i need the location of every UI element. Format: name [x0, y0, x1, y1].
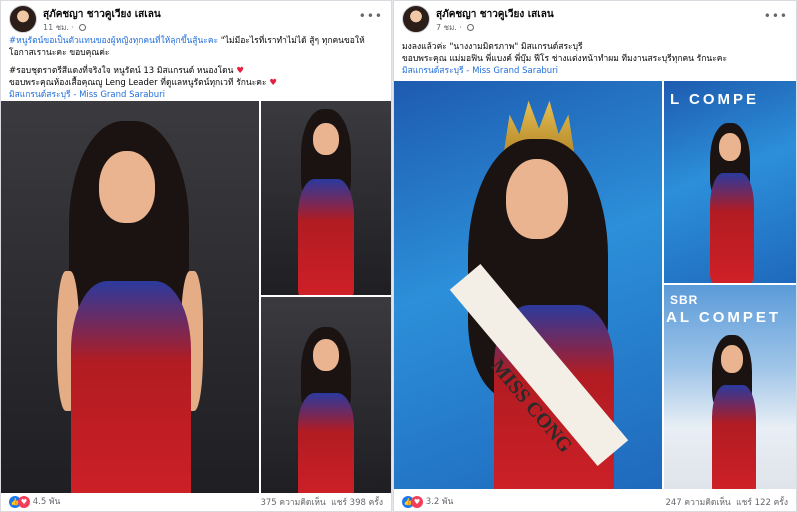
globe-icon	[466, 24, 474, 31]
post-time[interactable]: 11 ชม. ·	[43, 21, 86, 34]
post-stats: 247 ความคิดเห็น แชร์ 122 ครั้ง	[665, 495, 788, 509]
post-time[interactable]: 7 ชม. ·	[436, 21, 474, 34]
author-avatar[interactable]	[402, 5, 430, 33]
page-link[interactable]: มิสแกรนด์สระบุรี - Miss Grand Saraburi	[9, 89, 383, 101]
photo-top-right[interactable]: L COMPE	[664, 81, 796, 283]
woman-figure	[702, 123, 762, 283]
more-options-icon[interactable]: •••	[764, 9, 788, 23]
more-options-icon[interactable]: •••	[359, 9, 383, 23]
feed: สุภัคชญา ชาวคูเวียง เสเลน 11 ชม. · ••• #…	[0, 0, 797, 512]
woman-figure	[286, 109, 366, 295]
author-name[interactable]: สุภัคชญา ชาวคูเวียง เสเลน	[436, 7, 554, 22]
photo-bottom-right[interactable]: SBR AL COMPET	[664, 285, 796, 489]
woman-figure	[704, 335, 764, 489]
post-footer: 👍 ♥ 3.2 พัน 247 ความคิดเห็น แชร์ 122 ครั้…	[402, 489, 788, 511]
caption-line: มงลงแล้วค่ะ "นางงามมิตรภาพ" มิสแกรนด์สระ…	[402, 42, 583, 52]
author-name[interactable]: สุภัคชญา ชาวคูเวียง เสเลน	[43, 7, 161, 22]
comment-count[interactable]: 375 ความคิดเห็น	[260, 498, 325, 508]
heart-icon: ♥	[269, 78, 277, 88]
post-caption: #หนูรัตน์ขอเป็นตัวแทนของผู้หญิงทุกคนที่ใ…	[9, 35, 383, 101]
caption-line: ขอบพระคุณ แม่มอฟิน พี่แบงค์ พี่บุ๊ม ฟีโร…	[402, 54, 728, 64]
stage-banner-text: L COMPE	[670, 91, 760, 108]
share-count[interactable]: แชร์ 398 ครั้ง	[331, 498, 383, 508]
photo-main[interactable]	[1, 101, 259, 493]
comment-count[interactable]: 247 ความคิดเห็น	[665, 498, 730, 508]
photo-top-right[interactable]	[261, 101, 391, 295]
heart-icon: ♥	[236, 66, 244, 76]
post-card-1: สุภัคชญา ชาวคูเวียง เสเลน 11 ชม. · ••• #…	[0, 0, 392, 512]
post-stats: 375 ความคิดเห็น แชร์ 398 ครั้ง	[260, 495, 383, 509]
post-header: สุภัคชญา ชาวคูเวียง เสเลน 11 ชม. · •••	[9, 5, 383, 35]
woman-figure	[286, 327, 366, 493]
reaction-summary[interactable]: 👍 ♥ 3.2 พัน	[402, 494, 453, 508]
stage-banner-text: AL COMPET	[666, 309, 782, 326]
caption-line: #รอบชุดราตรีสีแดงที่จริงใจ หนูรัตน์ 13 ม…	[9, 66, 244, 76]
post-caption: มงลงแล้วค่ะ "นางงามมิตรภาพ" มิสแกรนด์สระ…	[402, 41, 788, 77]
post-header: สุภัคชญา ชาวคูเวียง เสเลน 7 ชม. · •••	[402, 5, 788, 35]
globe-icon	[78, 24, 86, 31]
caption-line: ขอบพระคุณห้องเสื้อคุณญู Leng Leader ที่ด…	[9, 78, 277, 88]
photo-main[interactable]: MISS CONG	[394, 81, 662, 489]
stage-logo: SBR	[670, 293, 699, 307]
love-icon: ♥	[411, 495, 423, 508]
photo-bottom-right[interactable]	[261, 297, 391, 493]
page-link[interactable]: มิสแกรนด์สระบุรี - Miss Grand Saraburi	[402, 65, 788, 77]
caption-line: #หนูรัตน์ขอเป็นตัวแทนของผู้หญิงทุกคนที่ใ…	[9, 36, 365, 58]
post-card-2: สุภัคชญา ชาวคูเวียง เสเลน 7 ชม. · ••• มง…	[393, 0, 797, 512]
woman-figure: MISS CONG	[434, 95, 634, 489]
author-avatar[interactable]	[9, 5, 37, 33]
post-footer: 👍 ♥ 4.5 พัน 375 ความคิดเห็น แชร์ 398 ครั้…	[9, 489, 383, 511]
reaction-summary[interactable]: 👍 ♥ 4.5 พัน	[9, 494, 60, 508]
woman-figure	[41, 121, 221, 493]
share-count[interactable]: แชร์ 122 ครั้ง	[736, 498, 788, 508]
love-icon: ♥	[18, 495, 30, 508]
